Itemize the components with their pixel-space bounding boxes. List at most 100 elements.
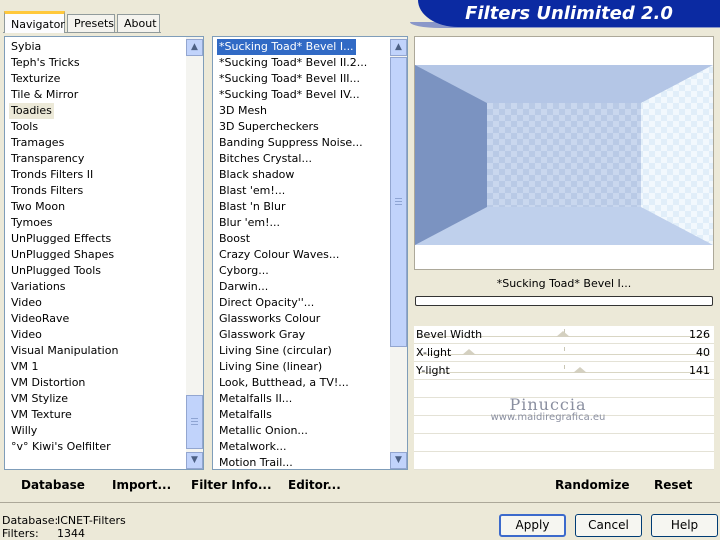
category-scroll-thumb[interactable] [186,395,203,449]
category-list-item[interactable]: VM Distortion [9,375,87,391]
category-list-item[interactable]: Sybia [9,39,43,55]
progress-bar [415,296,713,306]
category-list-item[interactable]: Tile & Mirror [9,87,80,103]
category-list-item[interactable]: Tronds Filters II [9,167,95,183]
filter-list-item[interactable]: Look, Butthead, a TV!... [217,375,351,391]
category-list-item[interactable]: Visual Manipulation [9,343,120,359]
status-database-value: ICNET-Filters [57,514,126,527]
category-list-item[interactable]: Willy [9,423,39,439]
filter-list-item[interactable]: Metalfalls II... [217,391,294,407]
filter-list-item[interactable]: *Sucking Toad* Bevel II.2... [217,55,369,71]
filter-list-item[interactable]: Darwin... [217,279,270,295]
category-list-item[interactable]: Video [9,295,44,311]
watermark: Pinuccia www.maidiregrafica.eu [448,395,648,423]
preview-caption: *Sucking Toad* Bevel I... [414,274,714,294]
apply-button[interactable]: Apply [499,514,566,537]
category-list-item[interactable]: Tools [9,119,40,135]
tab-about[interactable]: About [117,14,160,32]
filter-list-item[interactable]: Blur 'em!... [217,215,282,231]
category-list-item[interactable]: Toadies [9,103,54,119]
category-list-item[interactable]: VideoRave [9,311,71,327]
param-label: Bevel Width [416,328,483,341]
randomize-button[interactable]: Randomize [555,477,629,493]
filter-list-item[interactable]: Bitches Crystal... [217,151,314,167]
filter-list-item[interactable]: Living Sine (linear) [217,359,324,375]
category-list-item[interactable]: UnPlugged Effects [9,231,113,247]
status-filters-label: Filters: [2,527,39,540]
import-button[interactable]: Import... [112,477,171,493]
param-slider-thumb[interactable] [461,349,476,355]
filter-list-item[interactable]: Metalfalls [217,407,274,423]
filter-list-item[interactable]: *Sucking Toad* Bevel III... [217,71,362,87]
param-row-empty [414,434,714,452]
reset-button[interactable]: Reset [654,477,692,493]
param-row[interactable]: Y-light 141 [414,362,714,380]
param-value: 126 [689,328,710,341]
scroll-down-icon[interactable]: ▼ [390,452,407,469]
param-value: 141 [689,364,710,377]
status-filters-value: 1344 [57,527,85,540]
category-list-item[interactable]: Tronds Filters [9,183,85,199]
filter-list-item[interactable]: Metallic Onion... [217,423,310,439]
tab-navigator[interactable]: Navigator [4,11,65,33]
database-button[interactable]: Database [21,477,85,493]
category-list-item[interactable]: °v° Kiwi's Oelfilter [9,439,113,455]
cancel-button[interactable]: Cancel [575,514,642,537]
category-list-item[interactable]: Tymoes [9,215,54,231]
param-label: X-light [416,346,452,359]
category-list-item[interactable]: Tramages [9,135,66,151]
category-list-item[interactable]: Variations [9,279,68,295]
filter-list-item[interactable]: Living Sine (circular) [217,343,334,359]
filter-list-item[interactable]: Blast 'em!... [217,183,287,199]
filter-scrollbar[interactable]: ▲ ▼ [390,37,407,469]
filter-list[interactable]: *Sucking Toad* Bevel I... *Sucking Toad* … [212,36,408,470]
category-list-item[interactable]: UnPlugged Tools [9,263,103,279]
filter-list-item[interactable]: Cyborg... [217,263,271,279]
param-row[interactable]: X-light 40 [414,344,714,362]
filter-list-item[interactable]: Black shadow [217,167,296,183]
editor-button[interactable]: Editor... [288,477,341,493]
param-slider-thumb[interactable] [572,367,587,373]
scroll-up-icon[interactable]: ▲ [390,39,407,56]
scroll-up-icon[interactable]: ▲ [186,39,203,56]
filter-list-item[interactable]: Crazy Colour Waves... [217,247,341,263]
category-scrollbar[interactable]: ▲ ▼ [186,37,203,469]
filter-list-item[interactable]: *Sucking Toad* Bevel I... [217,39,356,55]
app-title-banner: Filters Unlimited 2.0 [418,0,720,27]
category-list-item[interactable]: Transparency [9,151,86,167]
filter-list-item[interactable]: Motion Trail... [217,455,295,469]
category-list-item[interactable]: VM Stylize [9,391,70,407]
category-list-item[interactable]: VM 1 [9,359,41,375]
filter-list-item[interactable]: 3D Supercheckers [217,119,321,135]
category-list[interactable]: Sybia Teph's Tricks Texturize Tile & Mirror… [4,36,204,470]
watermark-url: www.maidiregrafica.eu [490,412,606,423]
preview-frame [414,36,714,270]
filter-scroll-thumb[interactable] [390,57,407,347]
category-list-item[interactable]: Teph's Tricks [9,55,82,71]
help-button[interactable]: Help [651,514,718,537]
param-value: 40 [696,346,710,359]
filter-list-item[interactable]: Glassworks Colour [217,311,322,327]
category-list-item[interactable]: Video [9,327,44,343]
filter-list-item[interactable]: Direct Opacity''... [217,295,316,311]
category-list-item[interactable]: Texturize [9,71,62,87]
filter-list-item[interactable]: Boost [217,231,252,247]
param-label: Y-light [416,364,450,377]
filter-list-item[interactable]: *Sucking Toad* Bevel IV... [217,87,362,103]
filter-list-item[interactable]: Metalwork... [217,439,288,455]
preview-image [415,65,713,245]
filter-list-item[interactable]: Blast 'n Blur [217,199,287,215]
filter-list-item[interactable]: 3D Mesh [217,103,269,119]
param-row-empty [414,452,714,470]
filter-list-item[interactable]: Banding Suppress Noise... [217,135,365,151]
scroll-down-icon[interactable]: ▼ [186,452,203,469]
param-row[interactable]: Bevel Width 126 [414,326,714,344]
category-list-item[interactable]: UnPlugged Shapes [9,247,116,263]
tab-presets[interactable]: Presets [67,14,115,32]
status-database-label: Database: [2,514,59,527]
category-list-item[interactable]: VM Texture [9,407,74,423]
filter-info-button[interactable]: Filter Info... [191,477,272,493]
filter-list-item[interactable]: Glasswork Gray [217,327,307,343]
category-list-item[interactable]: Two Moon [9,199,67,215]
param-slider-thumb[interactable] [556,331,571,337]
